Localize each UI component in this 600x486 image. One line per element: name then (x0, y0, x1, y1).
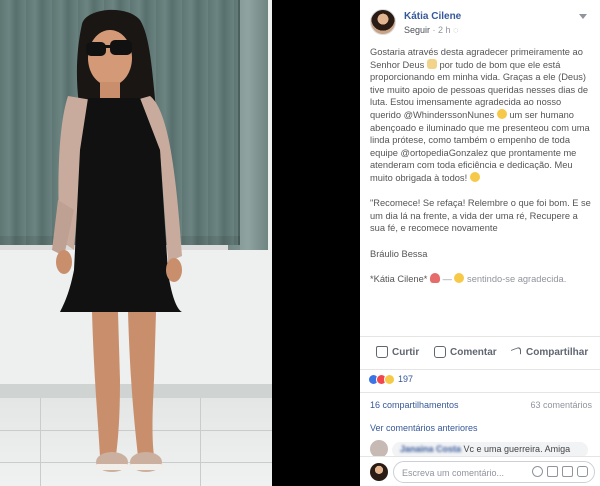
post-time[interactable]: 2 h (438, 25, 451, 35)
person-figure (52, 9, 182, 472)
comment-text: Vc e uma guerreira. Amiga (461, 444, 571, 454)
rose-emoji-icon (429, 272, 440, 283)
quote-author: Bráulio Bessa (370, 248, 428, 259)
commenter-name[interactable]: Janaina Costa (400, 444, 461, 454)
post-text: Gostaria através desta agradecer primeir… (370, 46, 594, 298)
sticker-icon[interactable] (577, 466, 588, 477)
comments-count-link[interactable]: 63 comentários (530, 400, 592, 410)
feeling-text: sentindo-se agradecida. (467, 273, 567, 284)
globe-icon: ◌ (453, 25, 459, 35)
composer-icons (532, 466, 588, 477)
smiling-emoji-icon (469, 171, 480, 182)
author-name[interactable]: Kátia Cilene (404, 11, 461, 22)
comment-button[interactable]: Comentar (434, 346, 497, 358)
post-paragraph: Gostaria através desta agradecer primeir… (370, 46, 594, 185)
view-previous-comments-link[interactable]: Ver comentários anteriores (370, 423, 478, 433)
post-quote: "Recomece! Se refaça! Relembre o que foi… (370, 198, 591, 234)
feeling-separator: — (442, 273, 455, 284)
share-button[interactable]: Compartilhar (510, 346, 588, 358)
wow-icon (384, 373, 395, 385)
post-meta: Seguir · 2 h ◌ (404, 25, 458, 35)
gif-icon[interactable] (562, 466, 573, 477)
post-photo (0, 0, 272, 486)
follow-button[interactable]: Seguir (404, 25, 430, 35)
smiling-emoji-icon (496, 108, 507, 119)
shares-count-link[interactable]: 16 compartilhamentos (370, 400, 459, 410)
comment-bubble-icon (434, 346, 446, 358)
like-label: Curtir (392, 346, 420, 358)
thumbs-up-icon (376, 346, 388, 358)
share-label: Compartilhar (526, 346, 589, 358)
camera-icon[interactable] (547, 466, 558, 477)
author-avatar[interactable] (370, 9, 396, 35)
reactions-summary[interactable]: 197 (368, 372, 413, 386)
happy-emoji-icon (454, 272, 465, 283)
post-signature: *Kátia Cilene* — sentindo-se agradecida. (370, 272, 594, 286)
post-options-chevron-down-icon[interactable] (576, 10, 590, 24)
praying-hands-emoji-icon (426, 58, 437, 69)
signature-name: *Kátia Cilene* (370, 273, 428, 284)
comment-input[interactable] (402, 466, 522, 479)
post-header: Kátia Cilene Seguir · 2 h ◌ (360, 0, 600, 42)
reactions-count: 197 (398, 374, 414, 384)
comment-composer (360, 456, 600, 486)
post-actions: Curtir Comentar Compartilhar (360, 336, 600, 370)
comment-label: Comentar (450, 346, 497, 358)
post-text-part: um ser humano abençoado e iluminado que … (370, 109, 590, 183)
emoji-icon[interactable] (532, 466, 543, 477)
comment-box[interactable] (393, 461, 595, 483)
post-stats: 16 compartilhamentos 63 comentários (360, 392, 600, 416)
share-arrow-icon (510, 346, 522, 358)
post-panel: Kátia Cilene Seguir · 2 h ◌ Gostaria atr… (360, 0, 600, 486)
photo-viewer (0, 0, 360, 486)
current-user-avatar (370, 463, 388, 481)
like-button[interactable]: Curtir (376, 346, 419, 358)
